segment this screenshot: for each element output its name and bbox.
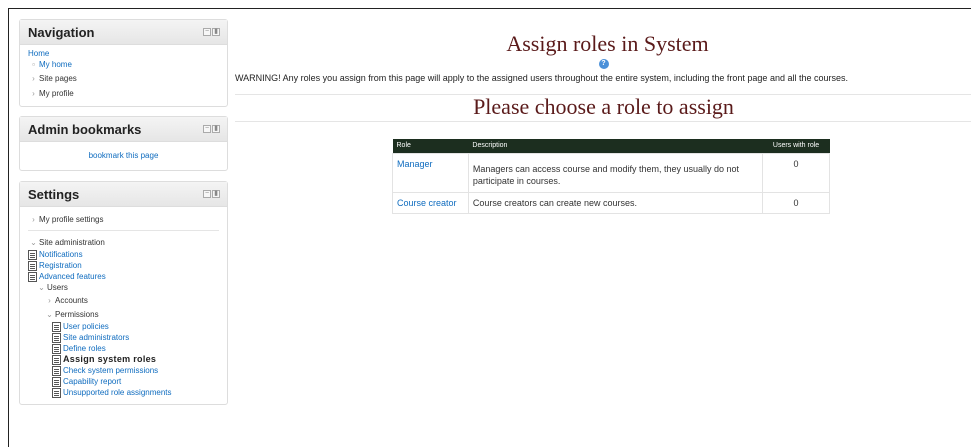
accounts-label: Accounts — [55, 296, 88, 305]
permission-item-label: Site administrators — [63, 333, 130, 342]
bookmark-this-page-link[interactable]: bookmark this page — [20, 142, 227, 170]
table-header-row: Role Description Users with role — [392, 139, 830, 153]
bullet-icon: ▫ — [32, 60, 35, 69]
admin-item-label: Notifications — [39, 250, 83, 259]
permission-item-assign-system-roles[interactable]: Assign system roles — [52, 354, 219, 365]
divider — [235, 121, 971, 122]
users-label: Users — [47, 283, 68, 292]
navigation-block-title: Navigation — [28, 24, 95, 40]
main-content: Assign roles in System ? WARNING! Any ro… — [235, 31, 971, 214]
chevron-right-icon: › — [48, 296, 51, 305]
chevron-down-icon: ⌄ — [46, 310, 53, 319]
settings-block-body: › My profile settings ⌄ Site administrat… — [20, 207, 227, 404]
permissions-list: User policies Site administrators Define… — [28, 321, 219, 398]
block-controls: − ▮ — [203, 190, 220, 198]
navigation-block: Navigation − ▮ Home ▫ My home › Site pag… — [19, 19, 228, 107]
permission-item-label: Assign system roles — [63, 354, 157, 364]
role-link-manager[interactable]: Manager — [392, 152, 469, 193]
chevron-right-icon: › — [32, 89, 35, 98]
nav-item-label: My profile — [39, 89, 74, 98]
dock-icon[interactable]: ▮ — [212, 28, 220, 36]
nav-home-link[interactable]: Home — [28, 49, 219, 59]
document-icon — [52, 332, 61, 343]
role-description: Managers can access course and modify th… — [467, 152, 764, 193]
nav-item-my-profile[interactable]: › My profile — [28, 87, 219, 101]
site-administration-item[interactable]: ⌄ Site administration — [28, 236, 219, 249]
page-frame: Navigation − ▮ Home ▫ My home › Site pag… — [8, 8, 971, 447]
permission-item-user-policies[interactable]: User policies — [52, 321, 219, 332]
permission-item-check-system-permissions[interactable]: Check system permissions — [52, 365, 219, 376]
divider — [28, 230, 219, 231]
document-icon — [28, 249, 37, 260]
admin-item-notifications[interactable]: Notifications — [28, 249, 219, 260]
section-heading: Please choose a role to assign — [235, 94, 971, 119]
permission-item-label: Unsupported role assignments — [63, 388, 172, 397]
permission-item-unsupported-role-assignments[interactable]: Unsupported role assignments — [52, 387, 219, 398]
admin-item-label: Registration — [39, 261, 82, 270]
users-item[interactable]: ⌄ Users — [28, 282, 219, 293]
admin-item-registration[interactable]: Registration — [28, 260, 219, 271]
chevron-right-icon: › — [32, 215, 35, 224]
admin-bookmarks-block: Admin bookmarks − ▮ bookmark this page — [19, 116, 228, 171]
warning-text: WARNING! Any roles you assign from this … — [235, 73, 848, 83]
roles-table: Role Description Users with role Manager… — [392, 139, 830, 214]
permission-item-label: Check system permissions — [63, 366, 159, 375]
help-icon[interactable]: ? — [598, 59, 609, 69]
block-controls: − ▮ — [203, 28, 220, 36]
permission-item-label: Capability report — [63, 377, 122, 386]
admin-item-advanced-features[interactable]: Advanced features — [28, 271, 219, 282]
permission-item-label: User policies — [63, 322, 109, 331]
my-profile-settings-label: My profile settings — [39, 215, 104, 224]
settings-block-title: Settings — [28, 186, 80, 202]
navigation-block-body: Home ▫ My home › Site pages › My profile — [20, 45, 227, 106]
chevron-right-icon: › — [32, 74, 35, 83]
dock-icon[interactable]: ▮ — [212, 190, 220, 198]
accounts-item[interactable]: › Accounts — [28, 293, 219, 308]
document-icon — [52, 387, 61, 398]
collapse-icon[interactable]: − — [203, 125, 211, 133]
document-icon — [28, 271, 37, 282]
role-description: Course creators can create new courses. — [467, 191, 764, 214]
page-title: Assign roles in System — [506, 31, 709, 56]
role-user-count: 0 — [762, 191, 830, 214]
document-icon — [52, 365, 61, 376]
role-link-course-creator[interactable]: Course creator — [392, 191, 469, 214]
sidebar: Navigation − ▮ Home ▫ My home › Site pag… — [19, 19, 228, 415]
column-header-description[interactable]: Description — [468, 139, 763, 153]
block-controls: − ▮ — [203, 125, 220, 133]
nav-item-label: My home — [39, 60, 72, 69]
permissions-label: Permissions — [55, 310, 99, 319]
admin-bookmarks-header: Admin bookmarks − ▮ — [20, 117, 227, 142]
document-icon — [28, 260, 37, 271]
table-row: Course creator Course creators can creat… — [392, 191, 830, 214]
permission-item-define-roles[interactable]: Define roles — [52, 343, 219, 354]
site-administration-label: Site administration — [39, 238, 105, 247]
column-header-role[interactable]: Role — [392, 139, 469, 153]
collapse-icon[interactable]: − — [203, 28, 211, 36]
settings-block-header: Settings − ▮ — [20, 182, 227, 207]
nav-item-my-home[interactable]: ▫ My home — [28, 59, 219, 71]
admin-item-label: Advanced features — [39, 272, 106, 281]
settings-block: Settings − ▮ › My profile settings ⌄ Sit… — [19, 181, 228, 405]
permission-item-label: Define roles — [63, 344, 106, 353]
role-user-count: 0 — [762, 152, 830, 193]
column-header-users-with-role[interactable]: Users with role — [762, 139, 830, 153]
navigation-block-header: Navigation − ▮ — [20, 20, 227, 45]
document-icon — [52, 376, 61, 387]
nav-item-label: Site pages — [39, 74, 77, 83]
chevron-down-icon: ⌄ — [38, 283, 45, 292]
document-icon — [52, 343, 61, 354]
permission-item-site-administrators[interactable]: Site administrators — [52, 332, 219, 343]
chevron-down-icon: ⌄ — [30, 238, 37, 247]
document-icon — [52, 354, 61, 365]
nav-item-site-pages[interactable]: › Site pages — [28, 71, 219, 87]
document-icon — [52, 321, 61, 332]
admin-bookmarks-title: Admin bookmarks — [28, 121, 142, 137]
dock-icon[interactable]: ▮ — [212, 125, 220, 133]
my-profile-settings-item[interactable]: › My profile settings — [28, 213, 219, 226]
permissions-item[interactable]: ⌄ Permissions — [28, 308, 219, 321]
table-row: Manager Managers can access course and m… — [392, 152, 830, 193]
permission-item-capability-report[interactable]: Capability report — [52, 376, 219, 387]
collapse-icon[interactable]: − — [203, 190, 211, 198]
